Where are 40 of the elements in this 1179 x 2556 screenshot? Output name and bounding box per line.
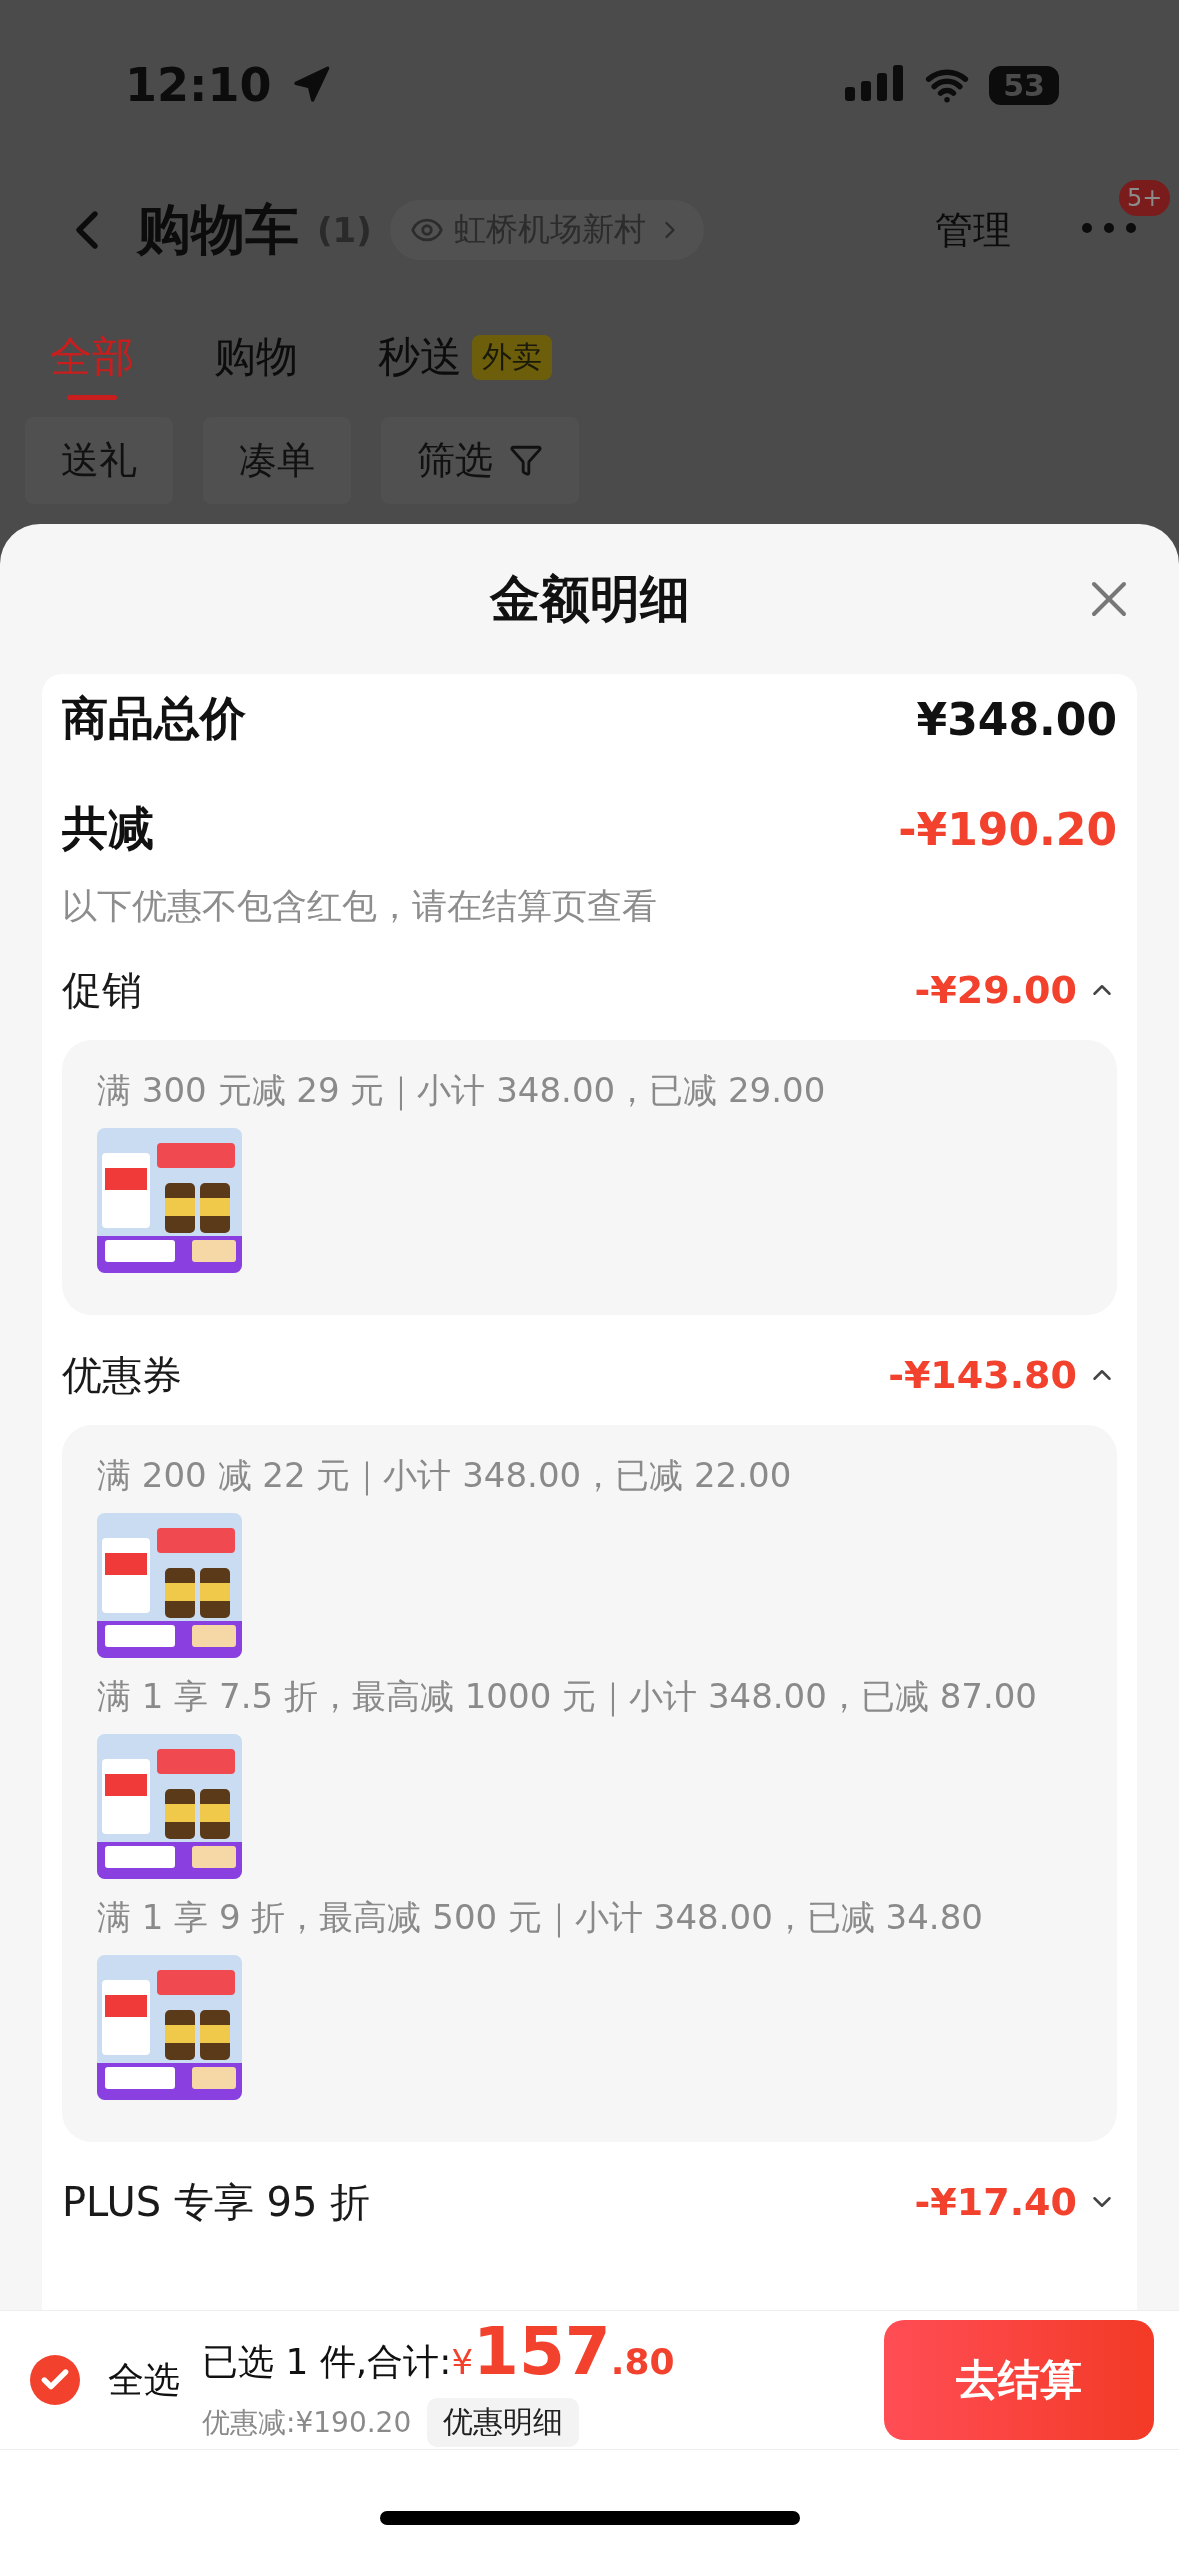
category-tab[interactable]: 购物 xyxy=(214,329,298,400)
category-tab[interactable]: 全部 xyxy=(50,329,134,400)
detail-button[interactable]: 优惠明细 xyxy=(427,2398,580,2447)
total-value: ¥348.00 xyxy=(916,693,1117,745)
location-arrow-icon xyxy=(291,65,332,105)
currency-sign: ¥ xyxy=(451,2342,473,2382)
more-icon[interactable] xyxy=(1079,220,1139,236)
discount-rule: 满 300 元减 29 元｜小计 348.00，已减 29.00 xyxy=(97,1069,827,1113)
discount-note: 以下优惠不包含红包，请在结算页查看 xyxy=(62,885,658,928)
checkout-button[interactable]: 去结算 xyxy=(884,2320,1154,2440)
section-label: PLUS 专享 95 折 xyxy=(62,2177,371,2227)
section-amount: -¥143.80 xyxy=(888,1353,1077,1397)
total-label: 商品总价 xyxy=(62,690,246,747)
delivery-tag: 外卖 xyxy=(472,334,552,380)
select-all-checkbox[interactable] xyxy=(30,2355,80,2405)
discount-rule: 满 1 享 9 折，最高减 500 元｜小计 348.00，已减 34.80 xyxy=(97,1896,984,1940)
category-tab[interactable]: 秒送 外卖 xyxy=(378,329,552,400)
discount-value: -¥190.20 xyxy=(898,803,1117,855)
section-amount: -¥17.40 xyxy=(914,2180,1077,2224)
notification-badge: 5+ xyxy=(1119,180,1171,216)
section-label: 促销 xyxy=(62,965,142,1015)
discount-label: 共减 xyxy=(62,800,154,857)
filter-chip[interactable]: 筛选 xyxy=(381,416,579,504)
total-integer: 157 xyxy=(473,2313,611,2390)
manage-link[interactable]: 管理 xyxy=(935,204,1011,256)
filter-chip[interactable]: 凑单 xyxy=(203,416,351,504)
filter-chip[interactable]: 送礼 xyxy=(25,416,173,504)
section-label: 优惠券 xyxy=(62,1350,182,1400)
status-time: 12:10 xyxy=(125,58,272,112)
summary-label: 已选 1 件,合计: xyxy=(202,2340,452,2384)
sheet-title: 金额明细 xyxy=(489,568,690,630)
discount-rule: 满 200 减 22 元｜小计 348.00，已减 22.00 xyxy=(97,1454,793,1498)
select-all-label: 全选 xyxy=(108,2357,180,2402)
discount-rule: 满 1 享 7.5 折，最高减 1000 元｜小计 348.00，已减 87.00 xyxy=(97,1675,1038,1719)
total-decimal: .80 xyxy=(610,2341,675,2382)
section-amount: -¥29.00 xyxy=(914,968,1077,1012)
filter-icon xyxy=(509,443,543,477)
page-title: 购物车 xyxy=(137,196,299,263)
battery-level: 53 xyxy=(989,65,1059,105)
saving-text: 优惠减:¥190.20 xyxy=(202,2404,412,2441)
